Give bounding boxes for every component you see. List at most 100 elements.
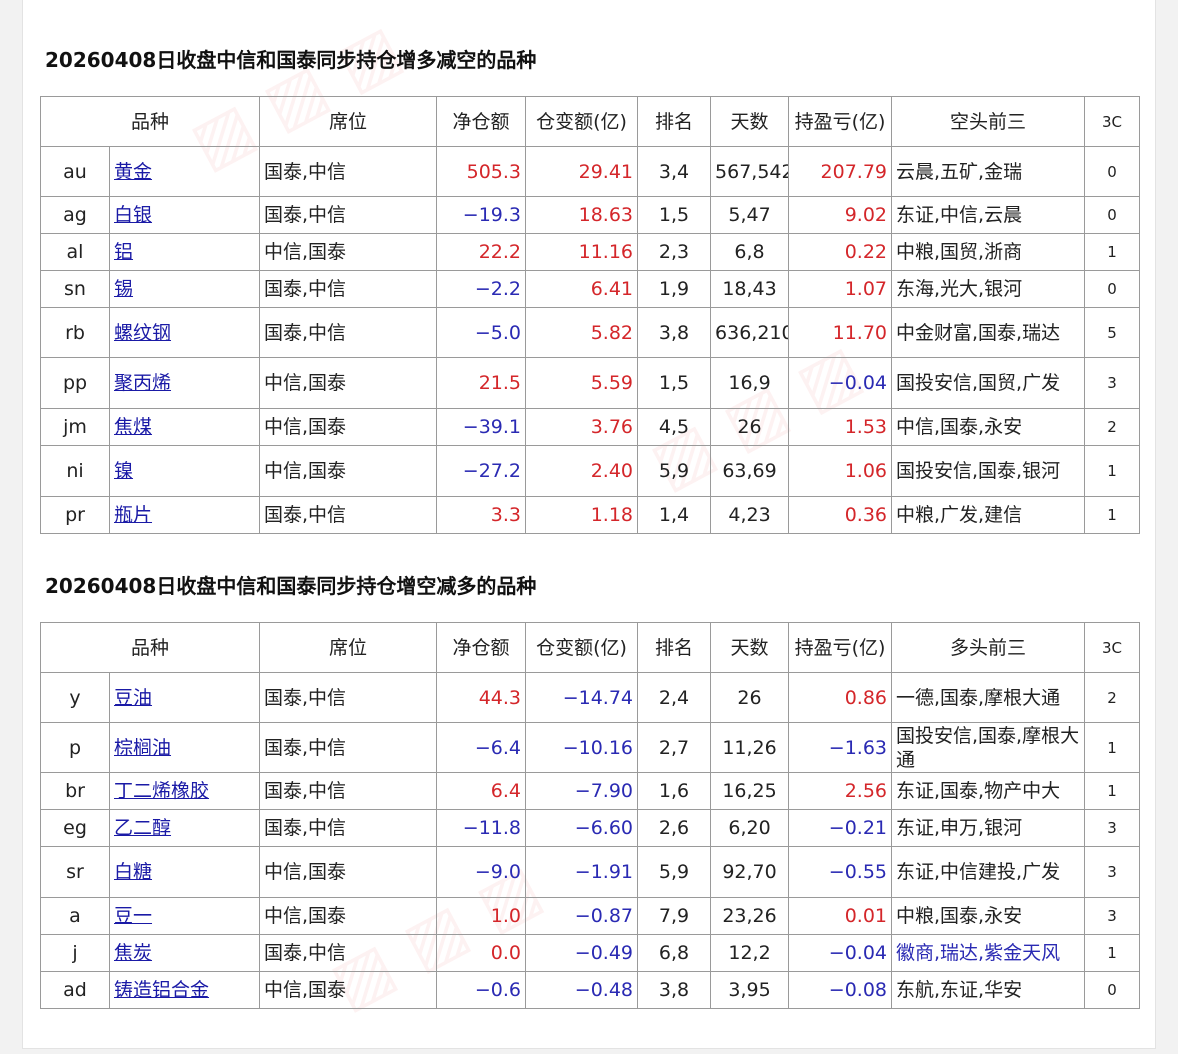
variety-link[interactable]: 镍 xyxy=(114,460,133,482)
net-value: 44.3 xyxy=(436,672,527,723)
variety-name-cell: 聚丙烯 xyxy=(108,357,261,409)
variety-code: ni xyxy=(40,445,110,497)
net-value: 21.5 xyxy=(436,357,527,409)
c3-cell: 3 xyxy=(1084,846,1141,898)
change-value: −14.74 xyxy=(525,672,639,723)
c3-cell: 1 xyxy=(1084,934,1141,972)
top3-cell: 东证,申万,银河 xyxy=(891,809,1086,847)
variety-name-cell: 螺纹钢 xyxy=(108,307,261,358)
variety-link[interactable]: 铝 xyxy=(114,241,133,263)
variety-code: p xyxy=(40,722,110,773)
variety-link[interactable]: 焦煤 xyxy=(114,416,152,438)
variety-name-cell: 铸造铝合金 xyxy=(108,971,261,1009)
variety-link[interactable]: 瓶片 xyxy=(114,504,152,526)
header-net: 净仓额 xyxy=(436,96,527,147)
top3-cell: 中粮,广发,建信 xyxy=(891,496,1086,534)
c3-cell: 1 xyxy=(1084,772,1141,810)
net-value: 505.3 xyxy=(436,146,527,197)
days-cell: 16,25 xyxy=(710,772,790,810)
seat-cell: 国泰,中信 xyxy=(259,672,438,723)
variety-code: al xyxy=(40,233,110,271)
rank-cell: 4,5 xyxy=(637,408,712,446)
variety-link[interactable]: 豆一 xyxy=(114,905,152,927)
pnl-value: 2.56 xyxy=(788,772,893,810)
days-cell: 3,95 xyxy=(710,971,790,1009)
rank-cell: 3,8 xyxy=(637,307,712,358)
days-cell: 4,23 xyxy=(710,496,790,534)
top3-cell: 中粮,国泰,永安 xyxy=(891,897,1086,935)
variety-link[interactable]: 乙二醇 xyxy=(114,817,171,839)
net-value: −19.3 xyxy=(436,196,527,234)
seat-cell: 中信,国泰 xyxy=(259,408,438,446)
variety-name-cell: 丁二烯橡胶 xyxy=(108,772,261,810)
net-value: −2.2 xyxy=(436,270,527,308)
pnl-value: 1.06 xyxy=(788,445,893,497)
top3-cell: 一德,国泰,摩根大通 xyxy=(891,672,1086,723)
days-cell: 26 xyxy=(710,408,790,446)
variety-code: br xyxy=(40,772,110,810)
rank-cell: 1,6 xyxy=(637,772,712,810)
variety-link[interactable]: 豆油 xyxy=(114,687,152,709)
pnl-value: −0.55 xyxy=(788,846,893,898)
variety-link[interactable]: 螺纹钢 xyxy=(114,322,171,344)
top3-cell: 东海,光大,银河 xyxy=(891,270,1086,308)
table-row: p 棕榈油 国泰,中信 −6.4 −10.16 2,7 11,26 −1.63 国投安信,国泰,… xyxy=(40,722,1141,773)
variety-link[interactable]: 白银 xyxy=(114,204,152,226)
top3-cell: 东证,中信建投,广发 xyxy=(891,846,1086,898)
header-pnl: 持盈亏(亿) xyxy=(788,96,893,147)
table-body: au 黄金 国泰,中信 505.3 29.41 3,4 567,542 207.79 云晨,五矿… xyxy=(40,146,1141,534)
c3-cell: 1 xyxy=(1084,233,1141,271)
days-cell: 63,69 xyxy=(710,445,790,497)
rank-cell: 3,4 xyxy=(637,146,712,197)
change-value: 3.76 xyxy=(525,408,639,446)
pnl-value: 9.02 xyxy=(788,196,893,234)
variety-name-cell: 焦煤 xyxy=(108,408,261,446)
header-3c: 3C xyxy=(1084,96,1141,147)
c3-cell: 2 xyxy=(1084,408,1141,446)
seat-cell: 国泰,中信 xyxy=(259,722,438,773)
variety-link[interactable]: 锡 xyxy=(114,278,133,300)
days-cell: 23,26 xyxy=(710,897,790,935)
change-value: −0.48 xyxy=(525,971,639,1009)
variety-code: jm xyxy=(40,408,110,446)
header-variety: 品种 xyxy=(39,622,261,673)
variety-link[interactable]: 丁二烯橡胶 xyxy=(114,780,209,802)
variety-code: ad xyxy=(40,971,110,1009)
table-row: sn 锡 国泰,中信 −2.2 6.41 1,9 18,43 1.07 东海,光大,银河 0 xyxy=(40,270,1141,308)
rank-cell: 1,9 xyxy=(637,270,712,308)
pnl-value: 0.86 xyxy=(788,672,893,723)
c3-cell: 1 xyxy=(1084,722,1141,773)
variety-link[interactable]: 焦炭 xyxy=(114,942,152,964)
table-row: br 丁二烯橡胶 国泰,中信 6.4 −7.90 1,6 16,25 2.56 东证,国泰,物产… xyxy=(40,772,1141,810)
pnl-value: −0.21 xyxy=(788,809,893,847)
pnl-value: 11.70 xyxy=(788,307,893,358)
variety-link[interactable]: 黄金 xyxy=(114,161,152,183)
change-value: 2.40 xyxy=(525,445,639,497)
variety-link[interactable]: 铸造铝合金 xyxy=(114,979,209,1001)
header-change: 仓变额(亿) xyxy=(525,622,639,673)
change-value: 29.41 xyxy=(525,146,639,197)
c3-cell: 2 xyxy=(1084,672,1141,723)
rank-cell: 6,8 xyxy=(637,934,712,972)
variety-code: y xyxy=(40,672,110,723)
table-row: y 豆油 国泰,中信 44.3 −14.74 2,4 26 0.86 一德,国泰,摩根大通 2 xyxy=(40,672,1141,723)
variety-link[interactable]: 聚丙烯 xyxy=(114,372,171,394)
pnl-value: 207.79 xyxy=(788,146,893,197)
table-row: j 焦炭 国泰,中信 0.0 −0.49 6,8 12,2 −0.04 徽商,瑞达,紫金天风 1 xyxy=(40,934,1141,972)
change-value: −0.87 xyxy=(525,897,639,935)
days-cell: 12,2 xyxy=(710,934,790,972)
variety-code: au xyxy=(40,146,110,197)
seat-cell: 国泰,中信 xyxy=(259,146,438,197)
seat-cell: 中信,国泰 xyxy=(259,897,438,935)
change-value: 18.63 xyxy=(525,196,639,234)
change-value: 5.59 xyxy=(525,357,639,409)
top3-cell: 徽商,瑞达,紫金天风 xyxy=(891,934,1086,972)
variety-link[interactable]: 白糖 xyxy=(114,861,152,883)
net-value: −0.6 xyxy=(436,971,527,1009)
table-long-increase: 品种 席位 净仓额 仓变额(亿) 排名 天数 持盈亏(亿) 空头前三 3C au… xyxy=(39,96,1141,534)
header-days: 天数 xyxy=(710,96,790,147)
variety-link[interactable]: 棕榈油 xyxy=(114,737,171,759)
seat-cell: 中信,国泰 xyxy=(259,357,438,409)
header-rank: 排名 xyxy=(637,96,712,147)
c3-cell: 0 xyxy=(1084,146,1141,197)
